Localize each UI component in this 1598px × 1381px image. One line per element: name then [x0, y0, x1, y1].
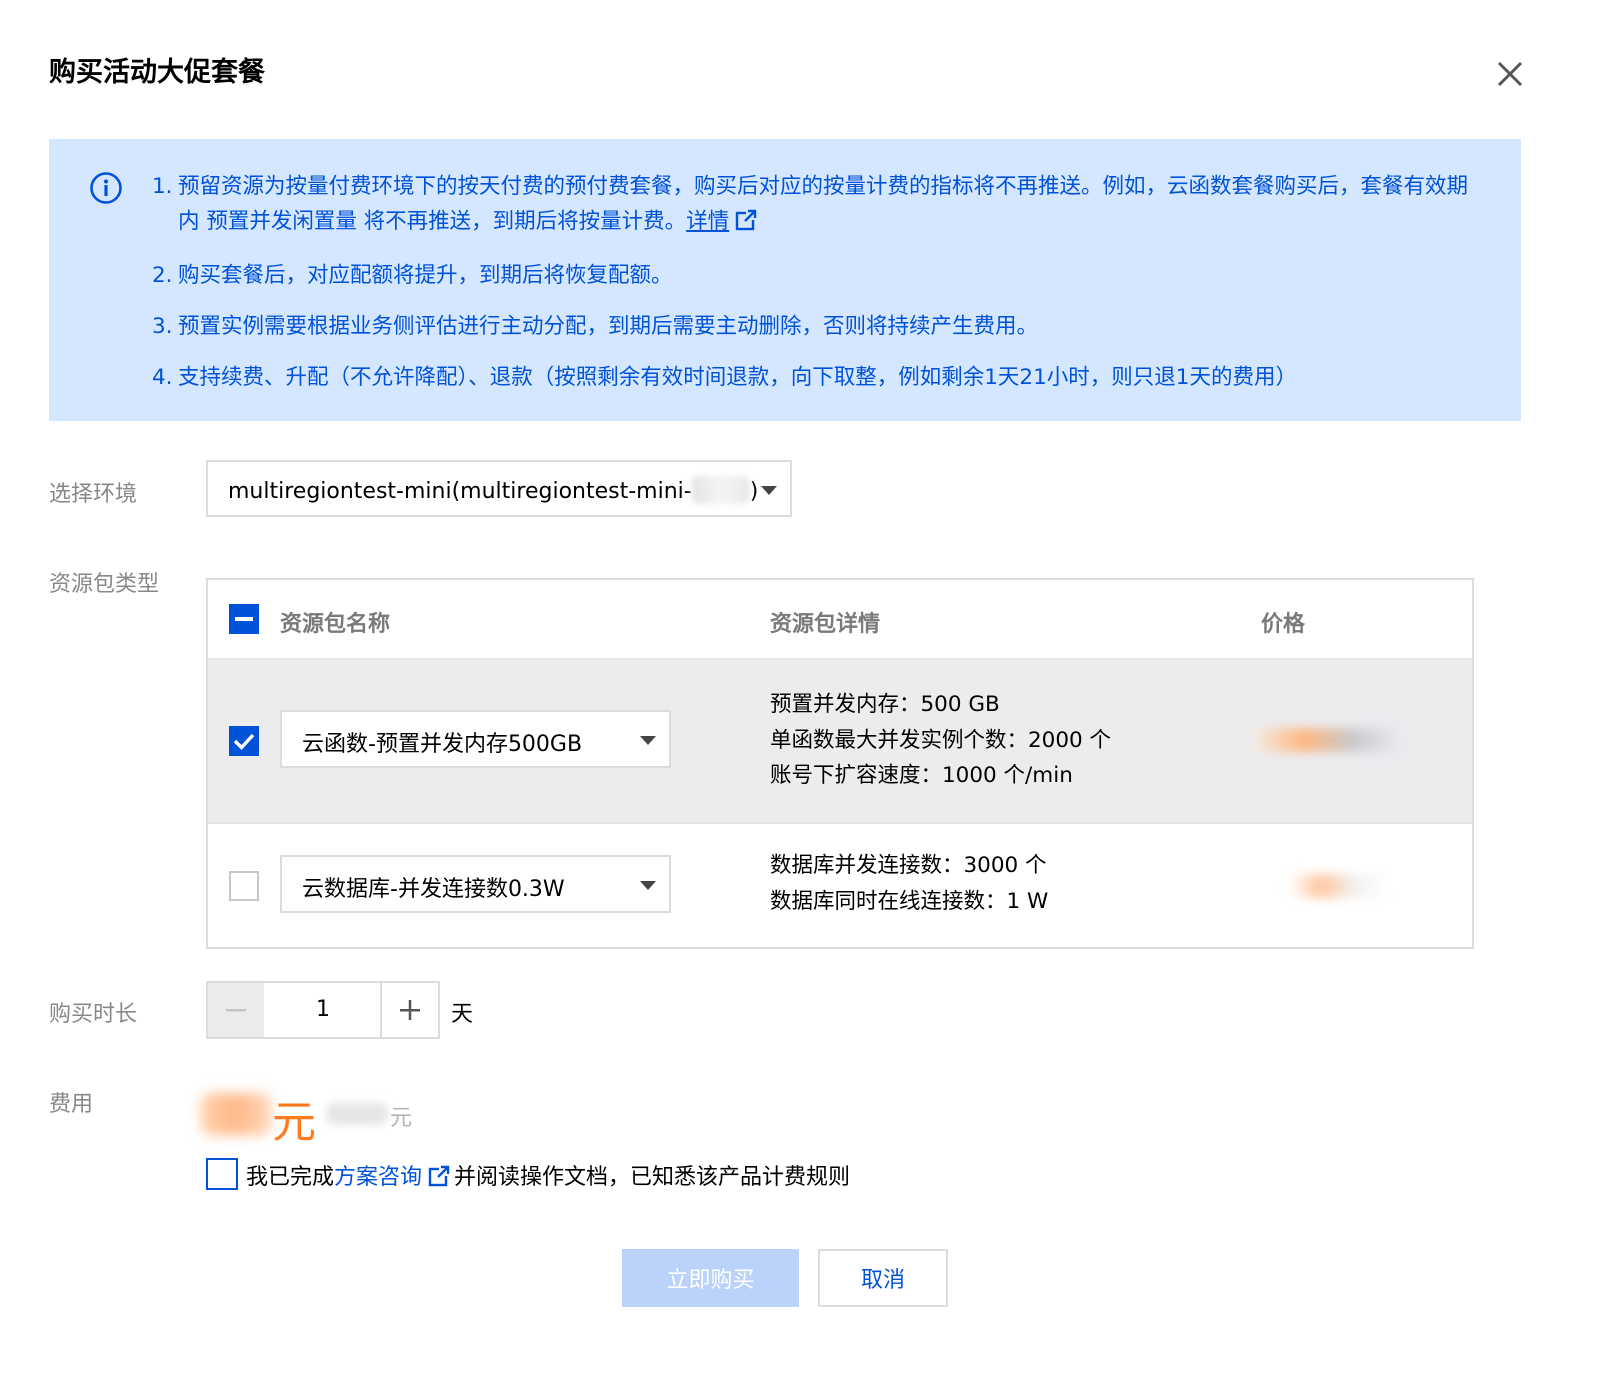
fee-label: 费用: [49, 1092, 94, 1117]
detail-line: 预置并发内存：500 GB: [770, 692, 1000, 717]
notice-item-number: 3.: [152, 314, 173, 339]
notice-item-text: 购买套餐后，对应配额将提升，到期后将恢复配额。: [178, 263, 673, 288]
notice-item-text: 预留资源为按量付费环境下的按天付费的预付费套餐，购买后对应的按量计费的指标将不再…: [178, 174, 1469, 234]
cancel-button[interactable]: 取消: [818, 1249, 948, 1307]
notice-item-3: 3. 预置实例需要根据业务侧评估进行主动分配，到期后需要主动删除，否则将持续产生…: [152, 309, 1472, 344]
env-name: multiregiontest-mini(multiregiontest-min…: [228, 479, 692, 504]
increment-button[interactable]: [380, 981, 440, 1039]
info-icon: [89, 171, 123, 205]
package-select[interactable]: 云数据库-并发连接数0.3W: [280, 855, 671, 913]
dialog-title: 购买活动大促套餐: [49, 57, 265, 88]
package-select[interactable]: 云函数-预置并发内存500GB: [280, 710, 671, 768]
notice-item-number: 1.: [152, 174, 173, 199]
notice-item-number: 4.: [152, 365, 173, 390]
consultation-link[interactable]: 方案咨询: [334, 1165, 422, 1190]
buy-now-button[interactable]: 立即购买: [622, 1249, 799, 1307]
env-select-value: multiregiontest-mini(multiregiontest-min…: [228, 476, 758, 504]
notice-item-1: 1. 预留资源为按量付费环境下的按天付费的预付费套餐，购买后对应的按量计费的指标…: [152, 169, 1472, 242]
redacted-original-price: [326, 1103, 388, 1125]
redacted-price: [1253, 728, 1403, 752]
notice-panel: 1. 预留资源为按量付费环境下的按天付费的预付费套餐，购买后对应的按量计费的指标…: [49, 139, 1521, 421]
notice-item-2: 2. 购买套餐后，对应配额将提升，到期后将恢复配额。: [152, 258, 1472, 293]
package-details: 预置并发内存：500 GB 单函数最大并发实例个数：2000 个 账号下扩容速度…: [770, 687, 1111, 794]
close-icon[interactable]: [1494, 58, 1526, 90]
agreement-text: 我已完成方案咨询 并阅读操作文档，已知悉该产品计费规则: [246, 1159, 850, 1193]
redacted-fee-amount: [201, 1093, 271, 1135]
table-row: 云函数-预置并发内存500GB 预置并发内存：500 GB 单函数最大并发实例个…: [208, 660, 1472, 824]
external-link-icon[interactable]: [428, 1165, 450, 1193]
duration-label: 购买时长: [49, 1002, 138, 1027]
notice-item-text: 支持续费、升配（不允许降配）、退款（按照剩余有效时间退款，向下取整，例如剩余1天…: [178, 365, 1297, 390]
duration-input[interactable]: 1: [264, 981, 382, 1039]
detail-line: 单函数最大并发实例个数：2000 个: [770, 727, 1112, 753]
chevron-down-icon: [640, 881, 656, 890]
notice-item-number: 2.: [152, 263, 173, 288]
notice-item-text: 预置实例需要根据业务侧评估进行主动分配，到期后需要主动删除，否则将持续产生费用。: [178, 314, 1039, 339]
header-name: 资源包名称: [280, 612, 391, 637]
details-link[interactable]: 详情: [686, 209, 729, 234]
fee-currency-unit: 元: [272, 1097, 316, 1148]
agreement-suffix: 并阅读操作文档，已知悉该产品计费规则: [454, 1165, 851, 1190]
package-select-value: 云函数-预置并发内存500GB: [302, 732, 583, 757]
redacted-env-id: [691, 476, 750, 504]
package-details: 数据库并发连接数：3000 个 数据库同时在线连接数：1 W: [770, 848, 1048, 919]
env-suffix: ): [749, 479, 759, 504]
decrement-button[interactable]: [206, 981, 266, 1039]
select-all-checkbox[interactable]: [229, 604, 259, 634]
header-detail: 资源包详情: [770, 612, 881, 637]
chevron-down-icon: [761, 486, 777, 495]
table-row: 云数据库-并发连接数0.3W 数据库并发连接数：3000 个 数据库同时在线连接…: [208, 824, 1472, 947]
pkg-type-label: 资源包类型: [49, 572, 160, 597]
notice-list: 1. 预留资源为按量付费环境下的按天付费的预付费套餐，购买后对应的按量计费的指标…: [152, 169, 1472, 411]
table-header: 资源包名称 资源包详情 价格: [208, 580, 1472, 660]
package-table: 资源包名称 资源包详情 价格 云函数-预置并发内存500GB 预置并发内存：50…: [206, 578, 1474, 949]
detail-line: 数据库并发连接数：3000 个: [770, 853, 1047, 878]
row-checkbox[interactable]: [229, 726, 259, 756]
agreement-checkbox[interactable]: [206, 1158, 238, 1190]
row-checkbox[interactable]: [229, 871, 259, 901]
duration-unit: 天: [451, 1002, 474, 1027]
external-link-icon[interactable]: [735, 207, 757, 242]
notice-item-4: 4. 支持续费、升配（不允许降配）、退款（按照剩余有效时间退款，向下取整，例如剩…: [152, 360, 1472, 395]
detail-line: 数据库同时在线连接数：1 W: [770, 888, 1049, 914]
env-label: 选择环境: [49, 482, 138, 507]
chevron-down-icon: [640, 736, 656, 745]
detail-line: 账号下扩容速度：1000 个/min: [770, 763, 1073, 788]
redacted-price: [1288, 874, 1388, 898]
package-select-value: 云数据库-并发连接数0.3W: [302, 877, 565, 902]
header-price: 价格: [1261, 612, 1306, 637]
env-select[interactable]: multiregiontest-mini(multiregiontest-min…: [206, 460, 792, 517]
agreement-prefix: 我已完成: [246, 1165, 335, 1190]
original-price-unit: 元: [390, 1106, 413, 1131]
